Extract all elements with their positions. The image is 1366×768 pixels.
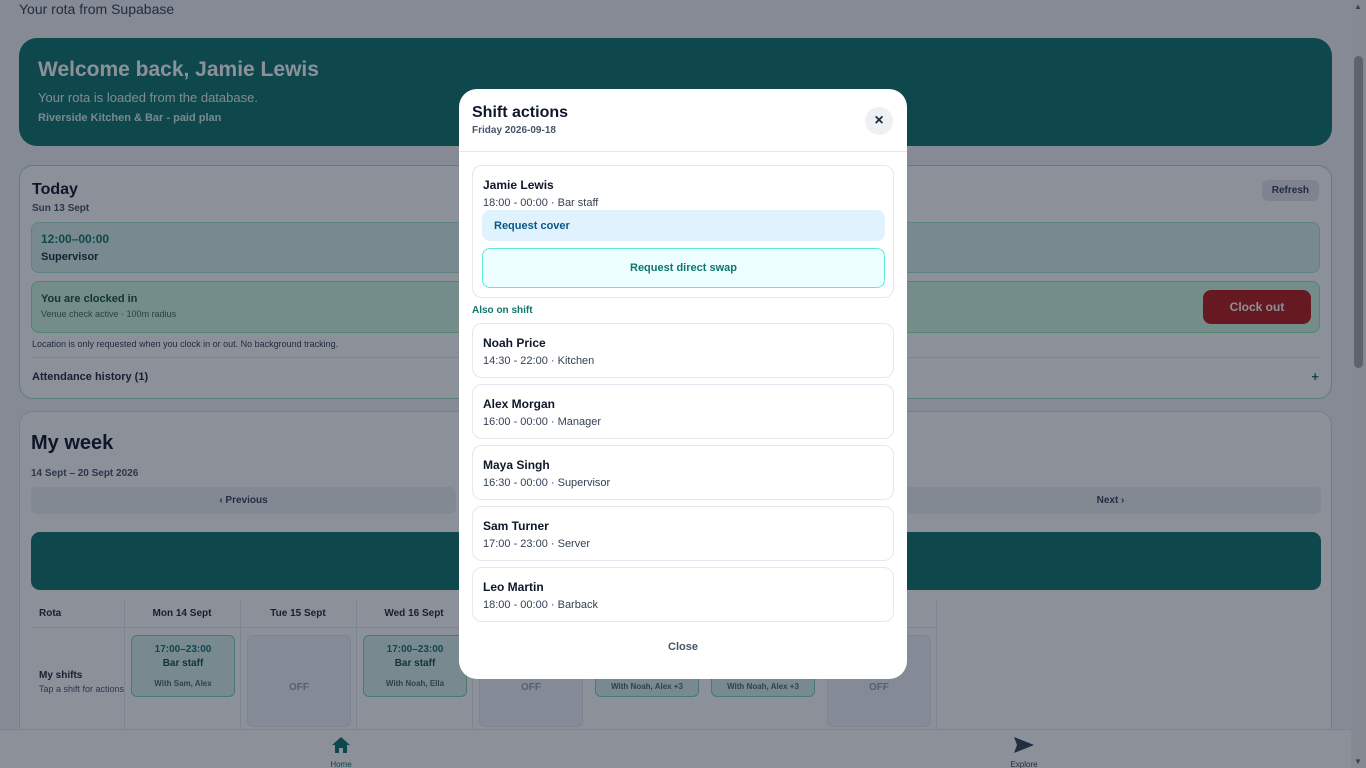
close-icon[interactable]: × <box>865 107 893 135</box>
colleague-card: Noah Price 14:30 - 22:00 · Kitchen <box>472 323 894 378</box>
colleague-detail: 18:00 - 00:00 · Barback <box>483 599 598 611</box>
colleague-detail: 16:00 - 00:00 · Manager <box>483 416 602 428</box>
colleague-name: Maya Singh <box>483 458 550 472</box>
colleague-card: Leo Martin 18:00 - 00:00 · Barback <box>472 567 894 622</box>
colleague-name: Leo Martin <box>483 580 544 594</box>
my-shift-card: Jamie Lewis 18:00 - 00:00 · Bar staff Re… <box>472 165 894 298</box>
shift-person-name: Jamie Lewis <box>483 178 554 192</box>
colleague-card: Maya Singh 16:30 - 00:00 · Supervisor <box>472 445 894 500</box>
colleague-name: Noah Price <box>483 336 546 350</box>
modal-date: Friday 2026-09-18 <box>472 125 556 136</box>
shift-actions-modal: Shift actions Friday 2026-09-18 × Jamie … <box>459 89 907 679</box>
colleague-card: Sam Turner 17:00 - 23:00 · Server <box>472 506 894 561</box>
request-cover-button[interactable]: Request cover <box>482 210 885 241</box>
colleague-detail: 16:30 - 00:00 · Supervisor <box>483 477 611 489</box>
modal-title: Shift actions <box>472 104 569 121</box>
colleague-detail: 14:30 - 22:00 · Kitchen <box>483 355 595 367</box>
divider <box>459 151 907 152</box>
also-on-shift-heading: Also on shift <box>472 305 533 316</box>
request-swap-button[interactable]: Request direct swap <box>482 248 885 288</box>
shift-detail: 18:00 - 00:00 · Bar staff <box>483 197 599 209</box>
colleague-card: Alex Morgan 16:00 - 00:00 · Manager <box>472 384 894 439</box>
close-button[interactable]: Close <box>459 641 907 653</box>
colleague-name: Alex Morgan <box>483 397 556 411</box>
colleague-detail: 17:00 - 23:00 · Server <box>483 538 591 550</box>
colleague-name: Sam Turner <box>483 519 549 533</box>
